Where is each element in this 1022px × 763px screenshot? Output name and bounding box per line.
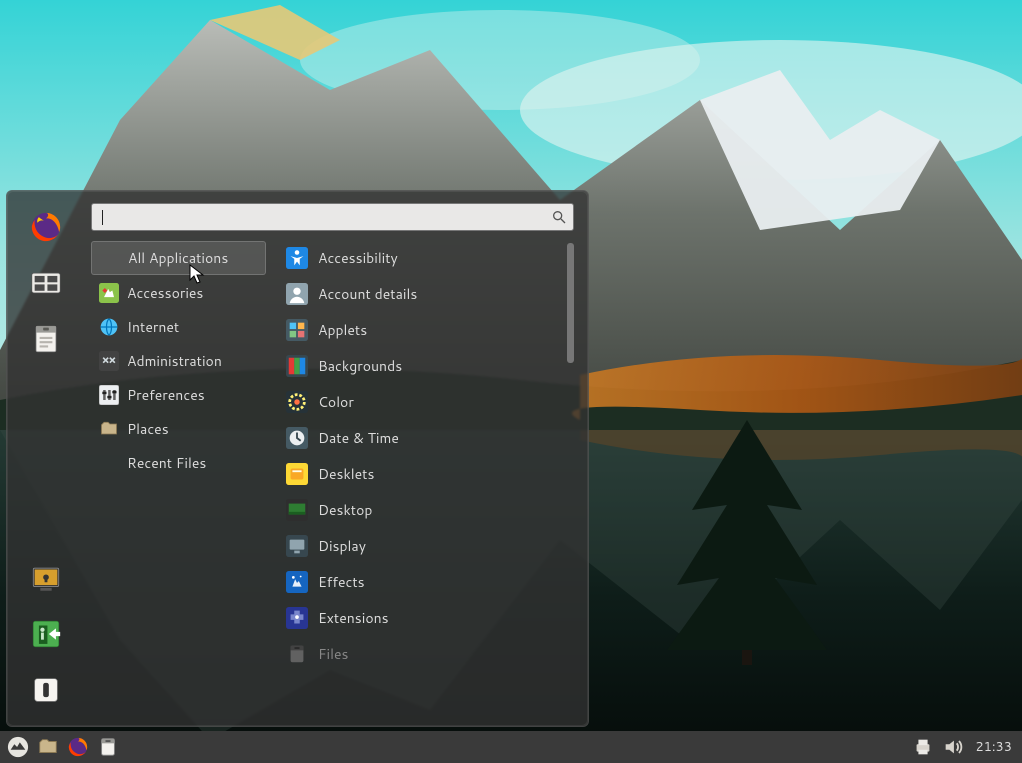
app-label: Desklets [318,464,374,484]
category-accessories[interactable]: Accessories [91,277,266,309]
panel-firefox[interactable] [66,735,90,759]
fav-firefox[interactable] [24,205,68,249]
app-display[interactable]: Display [280,529,574,563]
app-color[interactable]: Color [280,385,574,419]
tray-sound[interactable] [941,735,965,759]
panel-filemanager[interactable] [96,735,120,759]
app-label: Color [318,392,354,412]
app-label: Extensions [318,608,389,628]
category-label: Preferences [127,385,205,405]
category-label: Recent Files [127,453,206,473]
app-date-time[interactable]: Date & Time [280,421,574,455]
app-label: Applets [318,320,367,340]
search-input[interactable] [91,203,574,231]
app-applets[interactable]: Applets [280,313,574,347]
app-label: Accessibility [318,248,398,268]
application-menu: All Applications Accessories Internet Ad… [6,190,589,727]
category-label: Internet [127,317,179,337]
menu-button[interactable] [6,735,30,759]
category-places[interactable]: Places [91,413,266,445]
category-label: Accessories [127,283,203,303]
app-label: Effects [318,572,365,592]
category-administration[interactable]: Administration [91,345,266,377]
fav-workspaces[interactable] [24,261,68,305]
fav-files[interactable] [24,317,68,361]
app-backgrounds[interactable]: Backgrounds [280,349,574,383]
category-all-applications[interactable]: All Applications [91,241,266,275]
app-effects[interactable]: Effects [280,565,574,599]
app-label: Account details [318,284,417,304]
search-icon [551,209,567,225]
app-label: Files [318,644,348,664]
application-list: Accessibility Account details Applets Ba… [270,241,574,716]
app-label: Backgrounds [318,356,402,376]
shutdown-button[interactable] [24,668,68,712]
category-label: Administration [127,351,222,371]
clock[interactable]: 21:33 [971,738,1016,756]
app-desktop[interactable]: Desktop [280,493,574,527]
category-label: All Applications [128,248,228,268]
panel-files[interactable] [36,735,60,759]
category-preferences[interactable]: Preferences [91,379,266,411]
scrollbar[interactable] [567,243,574,714]
logout-button[interactable] [24,612,68,656]
app-desklets[interactable]: Desklets [280,457,574,491]
category-internet[interactable]: Internet [91,311,266,343]
app-extensions[interactable]: Extensions [280,601,574,635]
lock-button[interactable] [24,556,68,600]
category-list: All Applications Accessories Internet Ad… [91,241,270,716]
favorites-column [7,191,85,726]
scrollbar-thumb[interactable] [567,243,574,363]
app-files[interactable]: Files [280,637,574,671]
app-accessibility[interactable]: Accessibility [280,241,574,275]
panel: 21:33 [0,731,1022,763]
app-label: Date & Time [318,428,399,448]
category-label: Places [127,419,169,439]
category-recent-files[interactable]: Recent Files [91,447,266,479]
app-account-details[interactable]: Account details [280,277,574,311]
tray-printer[interactable] [911,735,935,759]
app-label: Display [318,536,366,556]
app-label: Desktop [318,500,372,520]
